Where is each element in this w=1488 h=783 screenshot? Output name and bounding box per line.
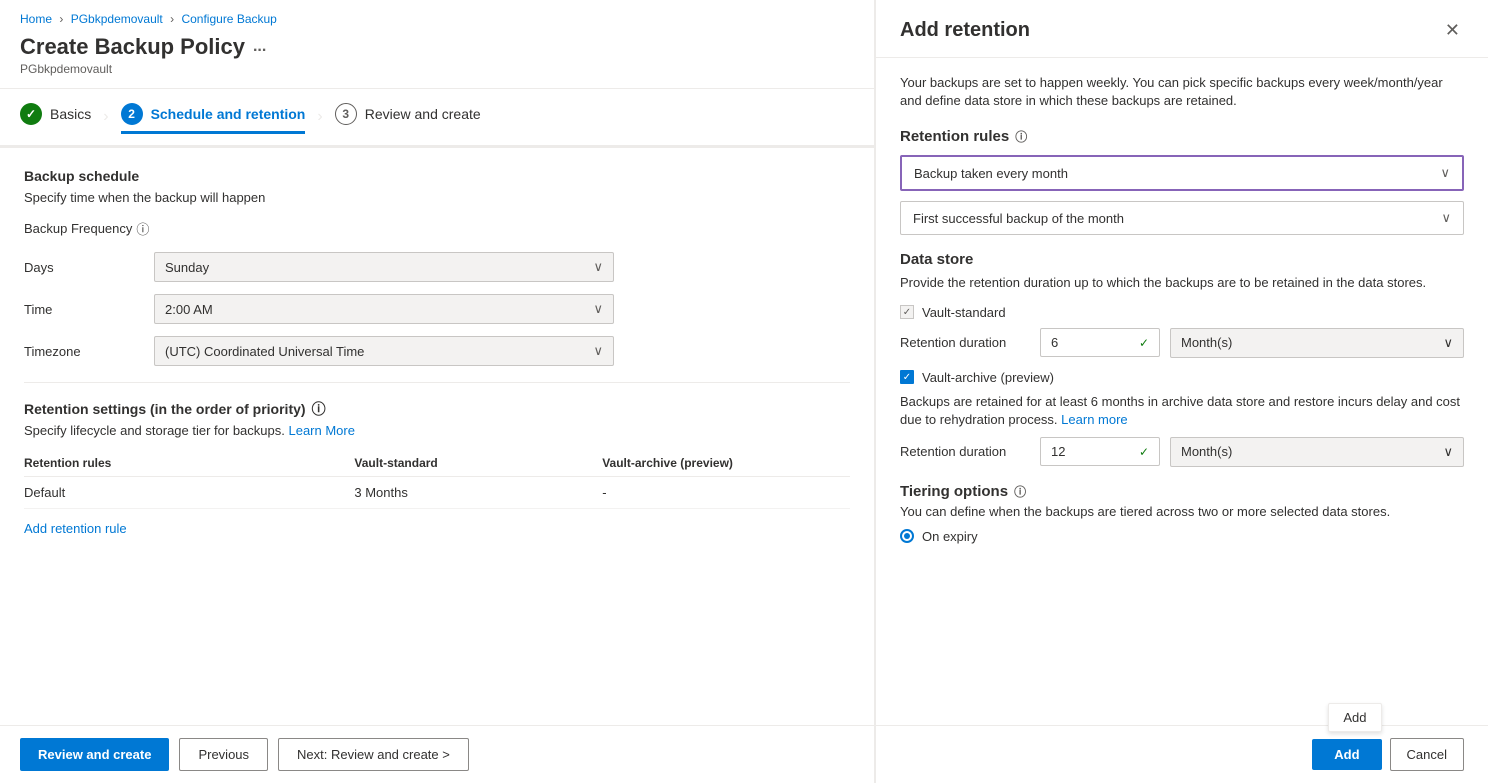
vault-standard-checkbox[interactable] (900, 305, 914, 319)
breadcrumb-configure[interactable]: Configure Backup (181, 12, 276, 26)
timezone-label: Timezone (24, 344, 154, 359)
retention-duration-label-2: Retention duration (900, 444, 1030, 459)
tiering-desc: You can define when the backups are tier… (900, 504, 1464, 519)
duration-check-icon: ✓ (1139, 336, 1149, 350)
step-label-review: Review and create (365, 106, 481, 122)
field-row-days: Days Sunday ∨ (24, 252, 850, 282)
step-label-basics: Basics (50, 106, 91, 122)
backup-schedule-title: Backup schedule (24, 168, 850, 184)
wizard-step-basics[interactable]: ✓ Basics (20, 103, 91, 131)
cancel-button[interactable]: Cancel (1390, 738, 1464, 771)
retention-rules-dropdown1[interactable]: Backup taken every month ∨ (900, 155, 1464, 191)
unit-chevron-icon: ∨ (1443, 335, 1453, 351)
review-create-button[interactable]: Review and create (20, 738, 169, 771)
timezone-chevron-icon: ∨ (593, 343, 603, 359)
days-chevron-icon: ∨ (593, 259, 603, 275)
page-title-area: Create Backup Policy ... PGbkpdemovault (0, 30, 874, 89)
days-select[interactable]: Sunday ∨ (154, 252, 614, 282)
vault-standard-label: Vault-standard (922, 305, 1006, 320)
panel-close-button[interactable]: ✕ (1441, 16, 1464, 45)
vault-standard-duration-input[interactable]: 6 ✓ (1040, 328, 1160, 357)
vault-archive-checkbox[interactable] (900, 370, 914, 384)
wizard-step-review[interactable]: 3 Review and create (335, 103, 481, 131)
page-title-text: Create Backup Policy (20, 34, 245, 60)
retention-rules-title: Retention rules ⓘ (900, 128, 1464, 145)
panel-title: Add retention (900, 19, 1030, 42)
add-retention-rule-link[interactable]: Add retention rule (24, 521, 127, 536)
add-tooltip-container: Add Add (1312, 739, 1381, 770)
step-circle-review: 3 (335, 103, 357, 125)
archive-learn-more-link[interactable]: Learn more (1061, 412, 1127, 427)
vault-archive-duration-row: Retention duration 12 ✓ Month(s) ∨ (900, 437, 1464, 467)
vault-archive-duration-input[interactable]: 12 ✓ (1040, 437, 1160, 466)
data-store-desc: Provide the retention duration up to whi… (900, 274, 1464, 292)
days-label: Days (24, 260, 154, 275)
col-header-rule: Retention rules (24, 450, 354, 477)
tiering-info-icon: ⓘ (1014, 483, 1026, 500)
vault-standard-unit-select[interactable]: Month(s) ∨ (1170, 328, 1464, 358)
breadcrumb-vault[interactable]: PGbkpdemovault (71, 12, 163, 26)
backup-schedule-desc: Specify time when the backup will happen (24, 190, 850, 205)
left-panel: Home › PGbkpdemovault › Configure Backup… (0, 0, 875, 783)
step-label-schedule: Schedule and retention (151, 106, 306, 122)
retention-section-title: Retention settings (in the order of prio… (24, 399, 850, 419)
panel-header: Add retention ✕ (876, 0, 1488, 58)
content-area: Backup schedule Specify time when the ba… (0, 148, 874, 725)
vault-standard-duration-row: Retention duration 6 ✓ Month(s) ∨ (900, 328, 1464, 358)
vault-archive-unit-select[interactable]: Month(s) ∨ (1170, 437, 1464, 467)
retention-table: Retention rules Vault-standard Vault-arc… (24, 450, 850, 509)
field-row-timezone: Timezone (UTC) Coordinated Universal Tim… (24, 336, 850, 366)
retention-duration-label-1: Retention duration (900, 335, 1030, 350)
col-header-archive: Vault-archive (preview) (602, 450, 850, 477)
archive-unit-chevron-icon: ∨ (1443, 444, 1453, 460)
dropdown1-chevron-icon: ∨ (1440, 165, 1450, 181)
learn-more-link[interactable]: Learn More (288, 423, 354, 438)
previous-button[interactable]: Previous (179, 738, 268, 771)
field-row-time: Time 2:00 AM ∨ (24, 294, 850, 324)
left-panel-footer: Review and create Previous Next: Review … (0, 725, 874, 783)
row-rule: Default (24, 477, 354, 509)
breadcrumb-home[interactable]: Home (20, 12, 52, 26)
col-header-vault: Vault-standard (354, 450, 602, 477)
retention-info-icon: ⓘ (312, 399, 326, 419)
data-store-title: Data store (900, 251, 1464, 268)
tiering-radio-on-expiry[interactable] (900, 529, 914, 543)
add-tooltip-bubble: Add (1328, 703, 1381, 732)
tiering-on-expiry-label: On expiry (922, 529, 978, 544)
archive-duration-check-icon: ✓ (1139, 445, 1149, 459)
page-title-ellipsis[interactable]: ... (253, 38, 266, 56)
row-vault-archive: - (602, 477, 850, 509)
step-circle-schedule: 2 (121, 103, 143, 125)
step-circle-basics: ✓ (20, 103, 42, 125)
archive-desc: Backups are retained for at least 6 mont… (900, 393, 1464, 429)
frequency-info-icon: ⓘ (136, 219, 149, 238)
timezone-select[interactable]: (UTC) Coordinated Universal Time ∨ (154, 336, 614, 366)
vault-archive-row: Vault-archive (preview) (900, 370, 1464, 385)
vault-archive-label: Vault-archive (preview) (922, 370, 1054, 385)
vault-standard-row: Vault-standard (900, 305, 1464, 320)
wizard-steps: ✓ Basics › 2 Schedule and retention › 3 … (0, 89, 874, 148)
page-subtitle: PGbkpdemovault (20, 62, 854, 76)
breadcrumb: Home › PGbkpdemovault › Configure Backup (0, 0, 874, 30)
retention-desc: Specify lifecycle and storage tier for b… (24, 423, 850, 438)
panel-description: Your backups are set to happen weekly. Y… (900, 74, 1464, 110)
divider (24, 382, 850, 383)
right-panel: Add retention ✕ Your backups are set to … (875, 0, 1488, 783)
table-row: Default 3 Months - (24, 477, 850, 509)
add-button[interactable]: Add (1312, 739, 1381, 770)
panel-footer: Add Add Cancel (876, 725, 1488, 783)
tiering-on-expiry-row: On expiry (900, 529, 1464, 544)
retention-rules-info-icon: ⓘ (1015, 128, 1027, 145)
next-button[interactable]: Next: Review and create > (278, 738, 469, 771)
time-label: Time (24, 302, 154, 317)
retention-rules-dropdown2[interactable]: First successful backup of the month ∨ (900, 201, 1464, 235)
wizard-step-schedule[interactable]: 2 Schedule and retention (121, 103, 306, 134)
dropdown2-chevron-icon: ∨ (1441, 210, 1451, 226)
time-select[interactable]: 2:00 AM ∨ (154, 294, 614, 324)
tiering-title: Tiering options ⓘ (900, 483, 1464, 500)
row-vault-standard: 3 Months (354, 477, 602, 509)
panel-content: Your backups are set to happen weekly. Y… (876, 58, 1488, 725)
time-chevron-icon: ∨ (593, 301, 603, 317)
backup-frequency-label: Backup Frequency ⓘ (24, 219, 850, 238)
